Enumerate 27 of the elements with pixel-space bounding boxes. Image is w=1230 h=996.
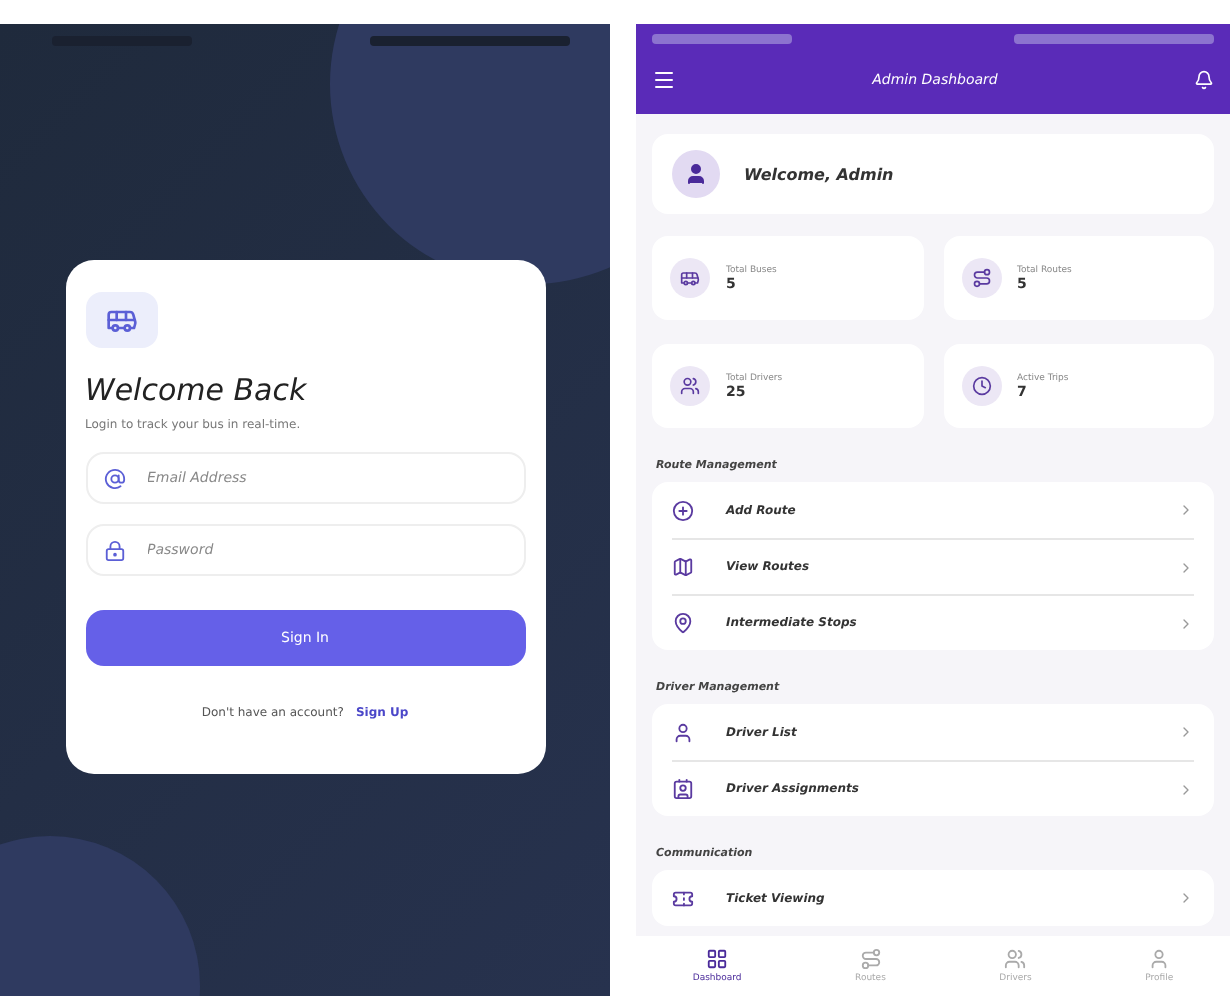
chevron-icon xyxy=(1178,502,1194,518)
chevron-icon xyxy=(1178,890,1194,906)
user-icon xyxy=(672,721,694,743)
route-icon xyxy=(859,948,882,970)
route-icon xyxy=(971,268,991,288)
welcome-text: Welcome, Admin xyxy=(744,165,894,183)
users-icon xyxy=(1004,948,1027,970)
ticket-icon xyxy=(672,887,694,909)
pin-icon xyxy=(672,612,694,634)
menu-icon[interactable] xyxy=(652,67,676,91)
grid-icon xyxy=(706,948,729,970)
chevron-icon xyxy=(1178,559,1194,575)
bell-icon[interactable] xyxy=(1193,69,1214,89)
chevron-icon xyxy=(1178,781,1194,797)
user-icon xyxy=(1148,948,1171,970)
avatar-icon xyxy=(672,150,720,198)
users-icon xyxy=(680,376,700,396)
clock-icon xyxy=(971,376,991,396)
plus-circle-icon xyxy=(672,499,694,521)
at-sign-icon xyxy=(103,467,125,489)
bus-icon xyxy=(680,268,700,288)
login-title: Welcome Back xyxy=(85,372,309,408)
lock-icon xyxy=(103,539,125,561)
map-icon xyxy=(672,556,694,578)
chevron-icon xyxy=(1178,615,1194,631)
chevron-icon xyxy=(1178,724,1194,740)
contact-card-icon xyxy=(672,778,694,800)
